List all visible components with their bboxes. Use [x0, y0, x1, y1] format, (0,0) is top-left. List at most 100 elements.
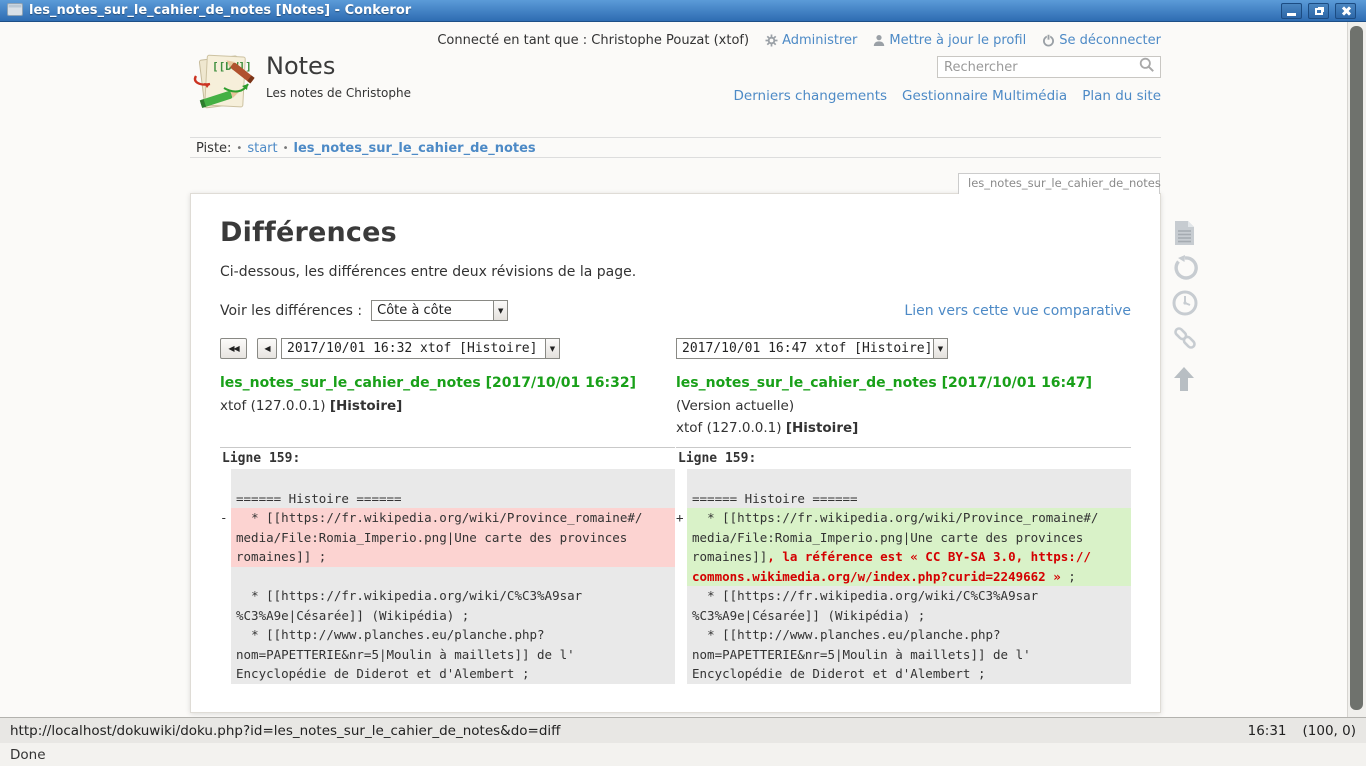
revision-nav: ◀◀ ◀ 2017/10/01 16:32 xtof [Histoire] ▼ …	[220, 338, 1131, 359]
diff-intro: Ci-dessous, les différences entre deux r…	[220, 264, 1131, 280]
diff-text: * [[https://fr.wikipedia.org/wiki/C%C3%A…	[687, 586, 1131, 684]
status-clock: 16:31	[1248, 723, 1287, 739]
diff-marker	[676, 469, 687, 508]
diff-text: * [[https://fr.wikipedia.org/wiki/C%C3%A…	[231, 567, 675, 684]
chain-icon	[1172, 325, 1198, 351]
diff-marker	[220, 567, 231, 684]
previous-revision-button[interactable]: ◀	[257, 338, 277, 359]
search-box	[937, 56, 1161, 78]
recent-changes-link[interactable]: Derniers changements	[734, 88, 888, 104]
vertical-scrollbar[interactable]	[1347, 22, 1366, 717]
minimize-button[interactable]	[1281, 3, 1302, 19]
old-revision-select-value: 2017/10/01 16:32 xtof [Histoire]	[282, 339, 545, 358]
diff-marker: -	[220, 508, 231, 567]
chevron-down-icon: ▼	[545, 339, 559, 358]
conkeror-window: les_notes_sur_le_cahier_de_notes [Notes]…	[0, 0, 1366, 766]
minimize-icon	[1287, 13, 1296, 16]
show-page-button[interactable]	[1172, 220, 1198, 246]
diff-block-context: ====== Histoire ======	[676, 469, 1131, 508]
diff-text: * [[https://fr.wikipedia.org/wiki/Provin…	[231, 508, 675, 567]
document-icon	[1172, 220, 1196, 246]
site-title[interactable]: Notes	[266, 52, 411, 80]
old-revision-header: les_notes_sur_le_cahier_de_notes [2017/1…	[220, 372, 676, 436]
breadcrumb-separator: •	[231, 143, 247, 154]
diff-view-select-value: Côte à côte	[372, 301, 493, 320]
restore-button[interactable]	[1308, 3, 1329, 19]
dokuwiki-logo[interactable]: [[DW]]	[190, 48, 257, 116]
close-button[interactable]	[1335, 3, 1356, 19]
window-titlebar: les_notes_sur_le_cahier_de_notes [Notes]…	[0, 0, 1366, 22]
chevron-down-icon: ▼	[933, 339, 947, 358]
old-revision-link[interactable]: les_notes_sur_le_cahier_de_notes [2017/1…	[220, 375, 636, 391]
update-profile-link[interactable]: Mettre à jour le profil	[873, 33, 1026, 48]
search-icon[interactable]	[1139, 57, 1155, 77]
diff-column-old: Ligne 159: ====== Histoire ======- * [[h…	[220, 447, 675, 684]
chevron-down-icon: ▼	[493, 301, 507, 320]
new-revision-editor: xtof (127.0.0.1)	[676, 420, 786, 436]
current-version-label: (Version actuelle)	[676, 398, 1119, 414]
old-revision-history: [Histoire]	[330, 398, 402, 414]
diff-view-select[interactable]: Côte à côte ▼	[371, 300, 508, 321]
old-revision-editor: xtof (127.0.0.1)	[220, 398, 330, 414]
diff-text: ====== Histoire ======	[231, 469, 675, 508]
view-diff-label: Voir les différences :	[220, 303, 362, 319]
new-revision-history: [Histoire]	[786, 420, 858, 436]
diff-text: * [[https://fr.wikipedia.org/wiki/Provin…	[687, 508, 1131, 586]
sitemap-link[interactable]: Plan du site	[1082, 88, 1161, 104]
logged-in-text: Connecté en tant que : Christophe Pouzat…	[437, 33, 749, 48]
site-tools: Derniers changements Gestionnaire Multim…	[734, 88, 1161, 104]
diff-block-added: + * [[https://fr.wikipedia.org/wiki/Prov…	[676, 508, 1131, 586]
gear-icon	[765, 34, 778, 47]
status-bar: http://localhost/dokuwiki/doku.php?id=le…	[0, 717, 1366, 743]
first-revision-button[interactable]: ◀◀	[220, 338, 247, 359]
old-revision-select[interactable]: 2017/10/01 16:32 xtof [Histoire] ▼	[281, 338, 560, 359]
breadcrumb-separator: •	[278, 143, 294, 154]
status-scroll-position: (100, 0)	[1303, 723, 1356, 739]
diff-marker: +	[676, 508, 687, 586]
echo-message: Done	[10, 747, 46, 763]
browser-viewport: Connecté en tant que : Christophe Pouzat…	[0, 22, 1366, 717]
wiki-page: Connecté en tant que : Christophe Pouzat…	[190, 22, 1161, 717]
diff-text: ====== Histoire ======	[687, 469, 1131, 508]
compare-view-link[interactable]: Lien vers cette vue comparative	[904, 303, 1131, 319]
breadcrumb-start-link[interactable]: start	[247, 141, 277, 156]
page-title: Différences	[220, 217, 1131, 248]
page-tools	[1172, 220, 1198, 392]
scrollbar-thumb[interactable]	[1350, 26, 1363, 710]
logout-link-label: Se déconnecter	[1059, 33, 1161, 48]
back-to-top-button[interactable]	[1172, 366, 1198, 392]
page-tab: les_notes_sur_le_cahier_de_notes	[958, 173, 1160, 194]
content-panel: Différences Ci-dessous, les différences …	[190, 193, 1161, 713]
breadcrumb-label: Piste:	[196, 141, 231, 156]
restore-icon	[1315, 8, 1323, 15]
clock-icon	[1172, 290, 1198, 316]
power-icon	[1042, 34, 1055, 47]
diff-line-header: Ligne 159:	[676, 448, 1131, 469]
diff-block-context: ====== Histoire ======	[220, 469, 675, 508]
search-input[interactable]	[938, 60, 1139, 75]
new-revision-header: les_notes_sur_le_cahier_de_notes [2017/1…	[676, 372, 1131, 436]
revert-button[interactable]	[1172, 255, 1198, 281]
breadcrumb: Piste:•start•les_notes_sur_le_cahier_de_…	[190, 137, 1161, 158]
new-revision-select[interactable]: 2017/10/01 16:47 xtof [Histoire] ▼	[676, 338, 948, 359]
echo-area: Done	[0, 743, 1366, 766]
backlinks-button[interactable]	[1172, 325, 1198, 351]
breadcrumb-page-link[interactable]: les_notes_sur_le_cahier_de_notes	[294, 141, 536, 156]
logout-link[interactable]: Se déconnecter	[1042, 33, 1161, 48]
diff-block-context: * [[https://fr.wikipedia.org/wiki/C%C3%A…	[676, 586, 1131, 684]
new-revision-link[interactable]: les_notes_sur_le_cahier_de_notes [2017/1…	[676, 375, 1092, 391]
admin-link-label: Administrer	[782, 33, 857, 48]
diff-block-context: * [[https://fr.wikipedia.org/wiki/C%C3%A…	[220, 567, 675, 684]
revert-icon	[1172, 255, 1198, 281]
window-icon	[7, 1, 23, 20]
update-profile-link-label: Mettre à jour le profil	[889, 33, 1026, 48]
admin-link[interactable]: Administrer	[765, 33, 857, 48]
diff-column-new: Ligne 159: ====== Histoire ======+ * [[h…	[676, 447, 1131, 684]
media-manager-link[interactable]: Gestionnaire Multimédia	[902, 88, 1067, 104]
arrow-up-icon	[1172, 366, 1196, 392]
close-icon	[1341, 6, 1351, 16]
diff-marker	[676, 586, 687, 684]
old-revisions-button[interactable]	[1172, 290, 1198, 316]
diff-table: Ligne 159: ====== Histoire ======- * [[h…	[220, 447, 1131, 684]
status-url: http://localhost/dokuwiki/doku.php?id=le…	[10, 723, 560, 739]
